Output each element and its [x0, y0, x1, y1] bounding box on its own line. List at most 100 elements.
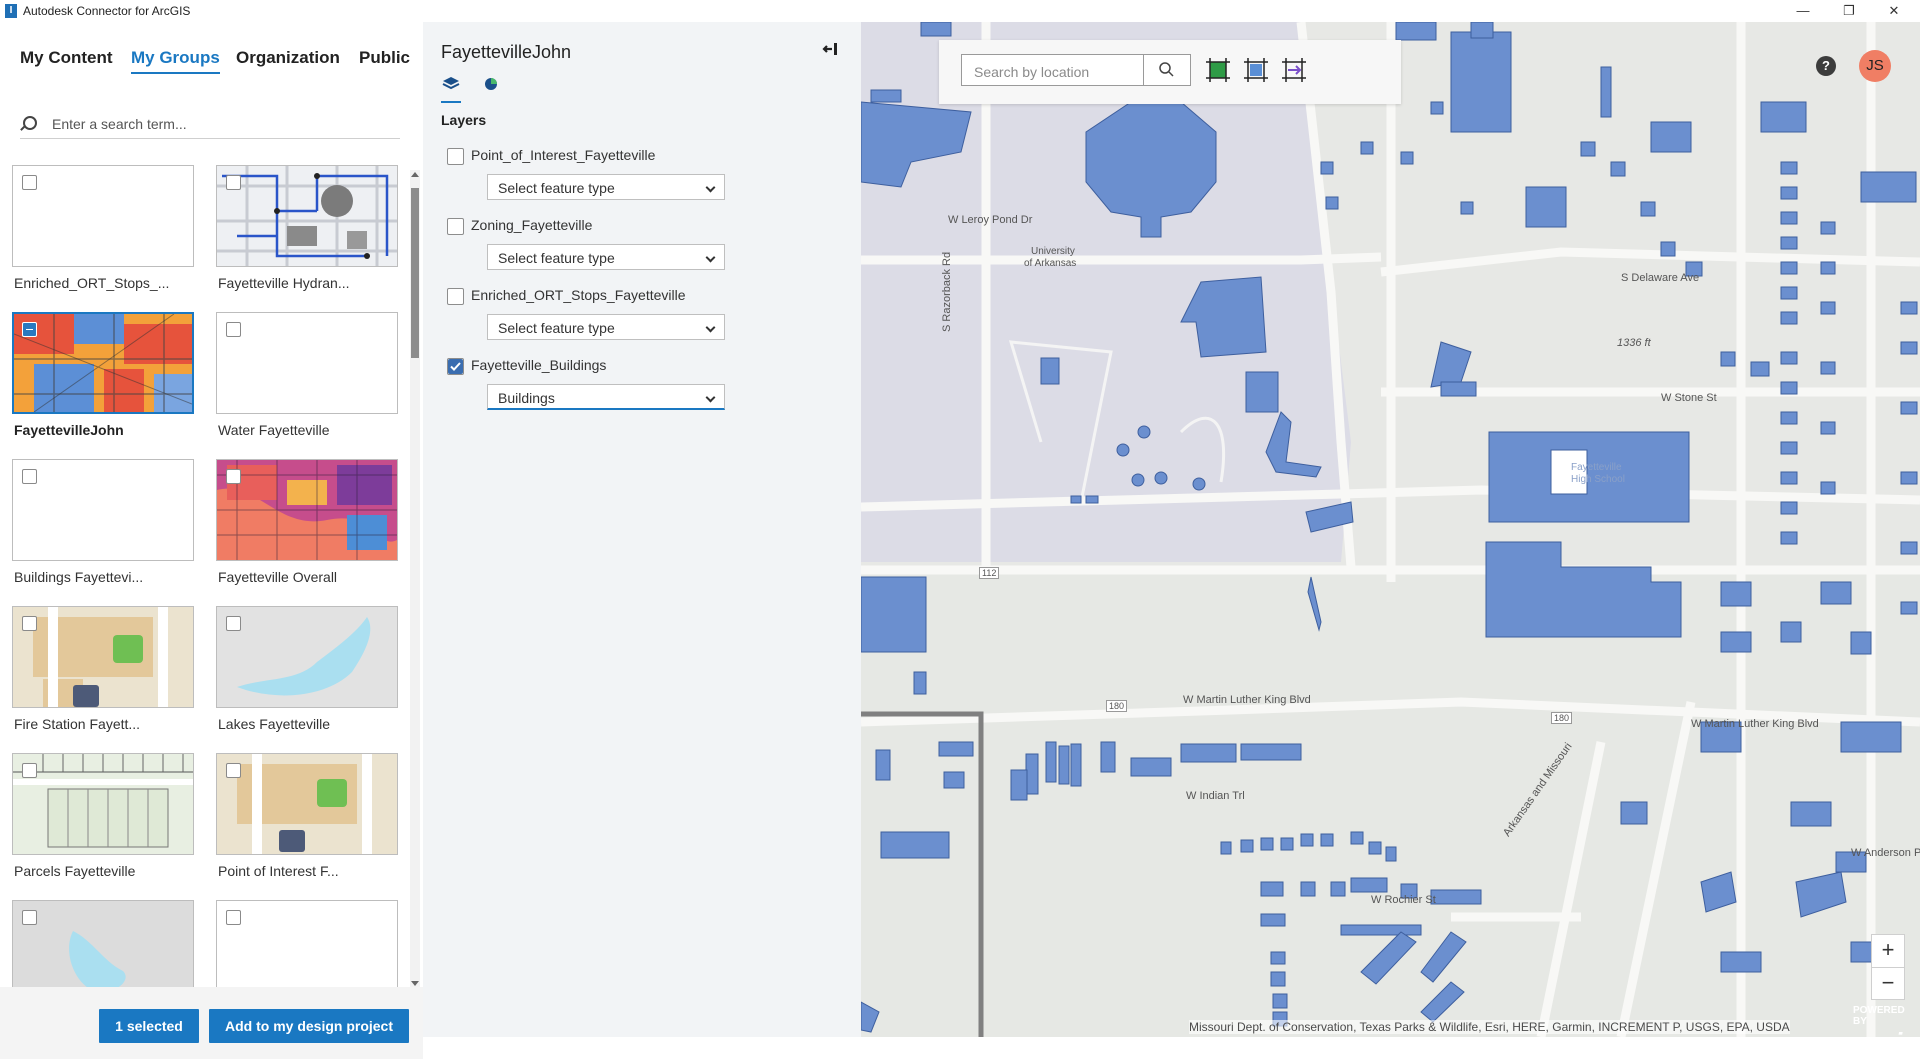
item-card[interactable]: Water Fayetteville — [216, 312, 400, 452]
item-label: Fire Station Fayett... — [14, 716, 141, 732]
item-card[interactable]: Fayetteville Hydran... — [216, 165, 400, 305]
scrollbar-thumb[interactable] — [411, 188, 419, 358]
tab-organization[interactable]: Organization — [236, 48, 340, 68]
layers-heading: Layers — [441, 112, 487, 128]
item-checkbox[interactable] — [22, 616, 37, 631]
user-avatar[interactable]: JS — [1859, 50, 1891, 82]
item-card[interactable]: Buildings Fayettevi... — [12, 459, 196, 599]
selected-count-button[interactable]: 1 selected — [99, 1009, 199, 1043]
item-label: Fayetteville Hydran... — [218, 275, 350, 291]
layer-checkbox-checked[interactable] — [447, 358, 464, 375]
location-search-input[interactable] — [972, 61, 1156, 83]
legend-tab-icon[interactable] — [481, 74, 501, 94]
collapse-panel-icon[interactable] — [822, 42, 838, 56]
item-card[interactable] — [216, 900, 400, 993]
search-input[interactable] — [50, 112, 394, 136]
item-checkbox[interactable] — [22, 763, 37, 778]
item-checkbox[interactable] — [22, 175, 37, 190]
close-button[interactable]: ✕ — [1876, 1, 1912, 21]
clear-extent-icon[interactable] — [1280, 56, 1308, 84]
item-card[interactable]: Parcels Fayetteville — [12, 753, 196, 893]
item-thumbnail — [216, 606, 398, 708]
map-label: W Martin Luther King Blvd — [1183, 694, 1311, 706]
esri-powered-text: POWERED BY — [1853, 1005, 1905, 1027]
item-thumbnail — [12, 606, 194, 708]
item-card[interactable]: Lakes Fayetteville — [216, 606, 400, 746]
map-label: W Indian Trl — [1186, 790, 1245, 802]
location-search-button[interactable] — [1143, 55, 1190, 85]
map-label: W Anderson Pl — [1851, 847, 1920, 859]
map-label: S Delaware Ave — [1621, 272, 1700, 284]
chevron-down-icon — [705, 322, 716, 333]
item-thumbnail — [12, 459, 194, 561]
item-checkbox[interactable] — [226, 910, 241, 925]
grid-scrollbar[interactable] — [410, 170, 420, 988]
map-view[interactable]: W Leroy Pond Dr University of Arkansas S… — [861, 22, 1920, 1037]
item-card[interactable]: Enriched_ORT_Stops_... — [12, 165, 196, 305]
item-checkbox[interactable] — [22, 469, 37, 484]
map-label: High School — [1571, 474, 1625, 485]
feature-type-value: Select feature type — [498, 320, 615, 336]
item-thumbnail — [12, 165, 194, 267]
layer-checkbox[interactable] — [447, 148, 464, 165]
draw-extent-icon[interactable] — [1242, 56, 1270, 84]
zoom-in-button[interactable]: + — [1872, 935, 1904, 968]
app-icon: I — [5, 4, 17, 18]
item-thumbnail — [12, 312, 194, 414]
item-card[interactable]: Point of Interest F... — [216, 753, 400, 893]
window-title-bar: I Autodesk Connector for ArcGIS — ❐ ✕ — [0, 0, 1920, 23]
item-label: Water Fayetteville — [218, 422, 330, 438]
tab-my-content[interactable]: My Content — [20, 48, 113, 68]
layer-checkbox[interactable] — [447, 218, 464, 235]
basemap — [861, 22, 1920, 1037]
content-browser-panel: My Content My Groups Organization Public… — [0, 22, 423, 1059]
item-thumbnail — [216, 165, 398, 267]
item-checkbox-checked[interactable] — [22, 322, 37, 337]
item-checkbox[interactable] — [22, 910, 37, 925]
route-shield: 180 — [1551, 712, 1573, 724]
tab-public[interactable]: Public — [359, 48, 410, 68]
zoom-control: + − — [1871, 934, 1905, 1000]
feature-type-select[interactable]: Select feature type — [487, 244, 725, 270]
layer-name: Point_of_Interest_Fayetteville — [471, 147, 656, 163]
map-label: of Arkansas — [1024, 258, 1077, 269]
item-card[interactable]: Fire Station Fayett... — [12, 606, 196, 746]
help-icon[interactable]: ? — [1816, 56, 1836, 76]
item-card[interactable] — [12, 900, 196, 993]
map-label: W Rochier St — [1371, 894, 1436, 906]
minimize-button[interactable]: — — [1785, 1, 1821, 21]
layers-tab-icon[interactable] — [441, 74, 461, 103]
item-details-panel: FayettevilleJohn Layers Point_of_Interes… — [423, 22, 861, 1037]
restore-button[interactable]: ❐ — [1831, 1, 1867, 21]
feature-type-select[interactable]: Buildings — [487, 384, 725, 410]
feature-type-select[interactable]: Select feature type — [487, 174, 725, 200]
map-label: W Leroy Pond Dr — [948, 214, 1033, 226]
content-search — [20, 108, 400, 139]
item-card[interactable]: Fayetteville Overall — [216, 459, 400, 599]
map-label: 1336 ft — [1617, 337, 1651, 349]
item-checkbox[interactable] — [226, 763, 241, 778]
extent-select-icon[interactable] — [1204, 56, 1232, 84]
item-checkbox[interactable] — [226, 616, 241, 631]
route-shield: 112 — [979, 567, 1000, 579]
item-checkbox[interactable] — [226, 322, 241, 337]
layer-checkbox[interactable] — [447, 288, 464, 305]
layer-name: Fayetteville_Buildings — [471, 357, 607, 373]
chevron-down-icon — [705, 182, 716, 193]
feature-type-value: Buildings — [498, 390, 555, 406]
feature-type-select[interactable]: Select feature type — [487, 314, 725, 340]
panel-footer: 1 selected Add to my design project — [0, 987, 423, 1059]
layer-name: Enriched_ORT_Stops_Fayetteville — [471, 287, 686, 303]
item-checkbox[interactable] — [226, 175, 241, 190]
item-checkbox[interactable] — [226, 469, 241, 484]
esri-logo: POWERED BY esri — [1853, 1005, 1920, 1037]
add-to-design-project-button[interactable]: Add to my design project — [209, 1009, 409, 1043]
tab-my-groups[interactable]: My Groups — [131, 48, 220, 74]
zoom-out-button[interactable]: − — [1872, 968, 1904, 1000]
search-icon — [23, 116, 37, 130]
scroll-down-arrow[interactable] — [411, 981, 419, 986]
scroll-up-arrow[interactable] — [411, 172, 419, 177]
item-label: Fayetteville Overall — [218, 569, 338, 585]
item-thumbnail — [216, 900, 398, 993]
item-card-selected[interactable]: FayettevilleJohn — [12, 312, 196, 452]
